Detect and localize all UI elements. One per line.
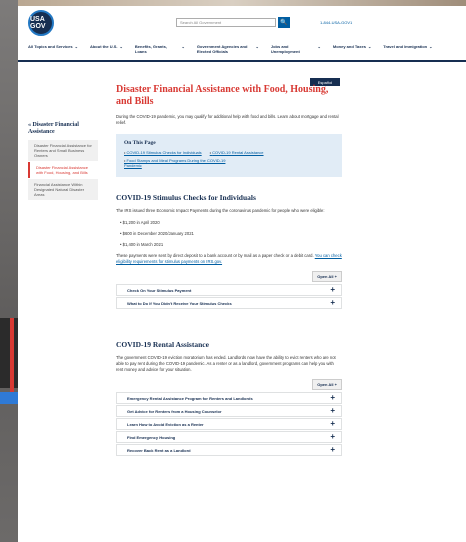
background-left (0, 0, 18, 542)
accordion-item[interactable]: Check On Your Stimulus Payment + (116, 284, 342, 296)
site-header: USA GOV Search All Government 🔍 1-844-US… (18, 6, 466, 40)
stimulus-bullets: $1,200 in April 2020 $600 in December 20… (116, 220, 342, 248)
background-blue-strip (0, 392, 18, 404)
chevron-down-icon: ⌄ (181, 44, 185, 49)
nav-item-jobs[interactable]: Jobs and Unemployment ⌄ (271, 44, 321, 54)
on-this-page-title: On This Page (124, 140, 156, 146)
accordion-label: Get Advice for Renters from a Housing Co… (127, 408, 222, 414)
nav-label: Travel and Immigration (383, 44, 428, 49)
accordion-item[interactable]: Learn How to Avoid Eviction as a Renter + (116, 418, 342, 430)
accordion-label: Emergency Rental Assistance Program for … (127, 395, 253, 401)
plus-icon: + (330, 393, 335, 402)
chevron-down-icon: ⌄ (119, 44, 123, 49)
search-input[interactable]: Search All Government (176, 18, 276, 27)
stimulus-heading: COVID-19 Stimulus Checks for Individuals (116, 193, 256, 202)
page-title: Disaster Financial Assistance with Food,… (116, 84, 329, 107)
accordion-label: Check On Your Stimulus Payment (127, 287, 192, 293)
nav-item-topics[interactable]: All Topics and Services ⌄ (28, 44, 78, 49)
plus-icon: + (330, 285, 335, 294)
accordion-item[interactable]: What to Do If You Didn't Receive Your St… (116, 297, 342, 309)
sidebar-item-disaster-areas[interactable]: Financial Assistance Within Designated N… (28, 179, 98, 200)
intro-text: During the COVID-19 pandemic, you may qu… (116, 114, 339, 125)
plus-icon: + (330, 432, 335, 441)
accordion-label: Find Emergency Housing (127, 434, 176, 440)
background-dark-strip (0, 318, 18, 388)
accordion-item[interactable]: Emergency Rental Assistance Program for … (116, 392, 342, 404)
nav-item-money[interactable]: Money and Taxes ⌄ (333, 44, 371, 49)
sidebar-heading[interactable]: « Disaster Financial Assistance (28, 122, 98, 136)
chevron-down-icon: ⌄ (367, 44, 372, 49)
plus-icon: + (330, 298, 335, 307)
stimulus-para-2-text: These payments were sent by direct depos… (116, 253, 314, 258)
open-all-button[interactable]: Open All + (312, 271, 342, 282)
otp-link-rental[interactable]: COVID-19 Rental Assistance (210, 150, 263, 155)
chevron-down-icon: ⌄ (74, 44, 78, 49)
plus-icon: + (330, 406, 335, 415)
open-all-button[interactable]: Open All + (312, 379, 342, 390)
otp-link-food-stamps[interactable]: Food Stamps and Meal Programs During the… (124, 158, 234, 168)
list-item: $1,400 in March 2021 (116, 242, 342, 248)
nav-label: All Topics and Services (28, 44, 73, 49)
page: USA GOV Search All Government 🔍 1-844-US… (18, 6, 466, 542)
search-icon[interactable]: 🔍 (278, 17, 290, 28)
phone-link[interactable]: 1-844-USA-GOV1 (320, 20, 352, 25)
rental-para: The government COVID-19 eviction morator… (116, 355, 336, 372)
sidebar-item-food-housing[interactable]: Disaster Financial Assistance with Food,… (28, 162, 98, 178)
main-content: Disaster Financial Assistance with Food,… (116, 84, 342, 457)
chevron-down-icon: ⌄ (255, 44, 259, 49)
nav-label: About the U.S. (89, 44, 118, 49)
list-item: $600 in December 2020/January 2021 (116, 231, 342, 237)
accordion-item[interactable]: Find Emergency Housing + (116, 431, 342, 443)
nav-label: Government Agencies and Elected Official… (196, 44, 248, 54)
main-nav: All Topics and Services ⌄ About the U.S. ⌄… (18, 40, 466, 62)
nav-label: Benefits, Grants, Loans (134, 44, 167, 54)
accordion-label: Learn How to Avoid Eviction as a Renter (127, 421, 204, 427)
nav-label: Jobs and Unemployment (270, 44, 300, 54)
accordion-label: Recover Back Rent as a Landlord (127, 447, 191, 453)
nav-item-travel[interactable]: Travel and Immigration ⌄ (383, 44, 432, 49)
sidebar-item-renters[interactable]: Disaster Financial Assistance for Renter… (28, 140, 98, 161)
background-red-strip (10, 318, 14, 398)
nav-label: Money and Taxes (332, 44, 366, 49)
nav-item-benefits[interactable]: Benefits, Grants, Loans ⌄ (135, 44, 185, 54)
nav-item-agencies[interactable]: Government Agencies and Elected Official… (197, 44, 259, 54)
accordion-item[interactable]: Recover Back Rent as a Landlord + (116, 444, 342, 456)
nav-item-about[interactable]: About the U.S. ⌄ (90, 44, 123, 49)
stimulus-para: The IRS issued three Economic Impact Pay… (116, 208, 325, 213)
accordion-label: What to Do If You Didn't Receive Your St… (127, 300, 232, 306)
plus-icon: + (330, 445, 335, 454)
list-item: $1,200 in April 2020 (116, 220, 342, 226)
chevron-down-icon: ⌄ (317, 44, 321, 49)
rental-heading: COVID-19 Rental Assistance (116, 340, 209, 349)
usagov-logo[interactable]: USA GOV (28, 10, 54, 36)
sidebar: « Disaster Financial Assistance Disaster… (28, 122, 98, 201)
accordion-item[interactable]: Get Advice for Renters from a Housing Co… (116, 405, 342, 417)
on-this-page-box: On This Page COVID-19 Stimulus Checks fo… (116, 134, 342, 177)
stimulus-para-2: These payments were sent by direct depos… (116, 253, 342, 265)
chevron-down-icon: ⌄ (429, 44, 433, 49)
otp-link-stimulus[interactable]: COVID-19 Stimulus Checks for Individuals (124, 150, 202, 155)
plus-icon: + (330, 419, 335, 428)
